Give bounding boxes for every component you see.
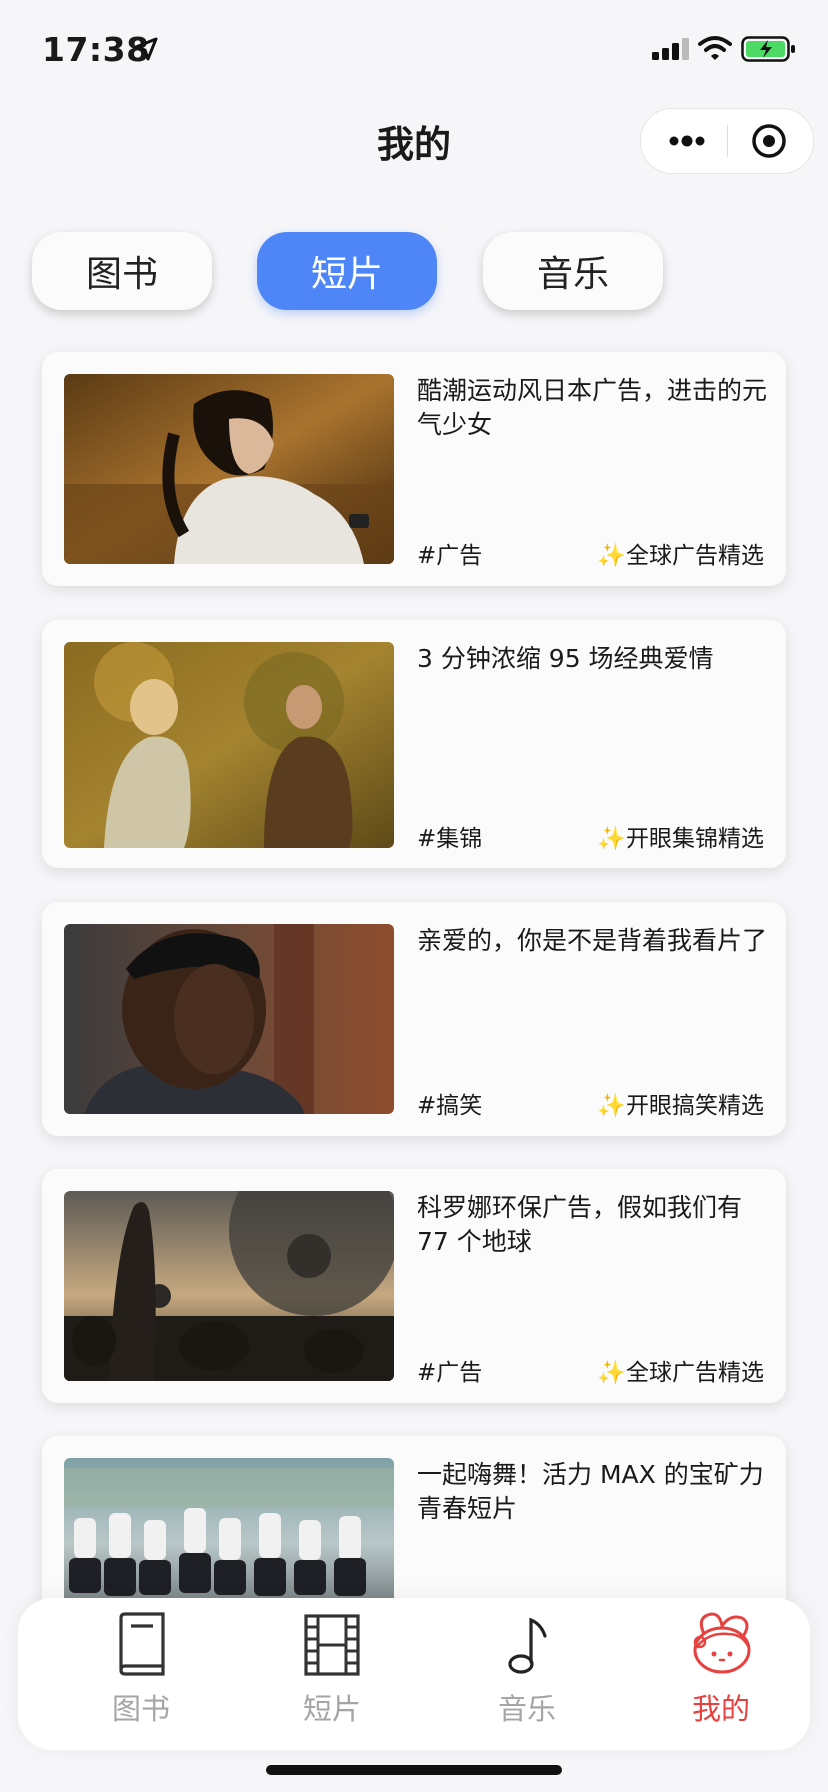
tabbar-label: 音乐 xyxy=(497,1692,556,1726)
film-icon xyxy=(304,1614,360,1676)
card-tag[interactable]: #集锦 xyxy=(417,819,482,853)
character-avatar-icon xyxy=(693,1612,751,1674)
card-tag[interactable]: #搞笑 xyxy=(417,1086,482,1120)
book-icon xyxy=(119,1612,165,1676)
card-title: 科罗娜环保广告，假如我们有 77 个地球 xyxy=(417,1193,743,1256)
tabbar-item-mine[interactable]: 我的 xyxy=(656,1612,786,1742)
tabbar-label: 短片 xyxy=(302,1692,361,1726)
home-indicator[interactable] xyxy=(266,1765,562,1775)
more-icon[interactable] xyxy=(667,131,707,151)
close-target-icon[interactable] xyxy=(751,123,787,159)
music-note-icon xyxy=(508,1617,547,1674)
video-thumbnail xyxy=(64,924,394,1114)
tab-music[interactable]: 音乐 xyxy=(483,232,663,310)
card-source[interactable]: ✨开眼集锦精选 xyxy=(597,819,764,853)
card-source[interactable]: ✨全球广告精选 xyxy=(597,536,764,570)
card-title: 3 分钟浓缩 95 场经典爱情 xyxy=(417,644,714,673)
video-card[interactable]: 科罗娜环保广告，假如我们有 77 个地球 #广告 ✨全球广告精选 xyxy=(42,1169,786,1403)
tab-books[interactable]: 图书 xyxy=(32,232,212,310)
video-thumbnail xyxy=(64,374,394,564)
card-title: 酷潮运动风日本广告，进击的元气少女 xyxy=(417,376,768,439)
card-source[interactable]: ✨全球广告精选 xyxy=(597,1353,764,1387)
bottom-tab-bar: 图书 短片 音乐 我的 xyxy=(18,1598,810,1750)
video-card[interactable]: 3 分钟浓缩 95 场经典爱情 #集锦 ✨开眼集锦精选 xyxy=(42,620,786,868)
video-thumbnail xyxy=(64,642,394,848)
tab-shorts[interactable]: 短片 xyxy=(257,232,437,310)
card-tag[interactable]: #广告 xyxy=(417,1353,482,1387)
status-bar: 17:38 xyxy=(0,0,828,100)
tabbar-item-music[interactable]: 音乐 xyxy=(462,1612,592,1742)
capsule-divider xyxy=(727,125,728,157)
wifi-icon xyxy=(698,36,732,60)
mini-program-capsule xyxy=(640,108,814,174)
card-title: 亲爱的，你是不是背着我看片了 xyxy=(417,926,768,955)
tabbar-label: 我的 xyxy=(691,1692,750,1726)
card-tag[interactable]: #广告 xyxy=(417,536,482,570)
location-arrow-icon xyxy=(134,37,158,61)
video-thumbnail xyxy=(64,1191,394,1381)
tabbar-item-books[interactable]: 图书 xyxy=(76,1612,206,1742)
video-card[interactable]: 亲爱的，你是不是背着我看片了 #搞笑 ✨开眼搞笑精选 xyxy=(42,902,786,1136)
tabbar-label: 图书 xyxy=(111,1692,170,1726)
video-card[interactable]: 酷潮运动风日本广告，进击的元气少女 #广告 ✨全球广告精选 xyxy=(42,352,786,586)
card-title: 一起嗨舞！活力 MAX 的宝矿力青春短片 xyxy=(417,1460,764,1523)
tabbar-item-shorts[interactable]: 短片 xyxy=(267,1612,397,1742)
card-source[interactable]: ✨开眼搞笑精选 xyxy=(597,1086,764,1120)
battery-charging-icon xyxy=(741,36,795,62)
category-tabs: 图书 短片 音乐 xyxy=(0,232,828,310)
cellular-signal-icon xyxy=(652,38,689,60)
